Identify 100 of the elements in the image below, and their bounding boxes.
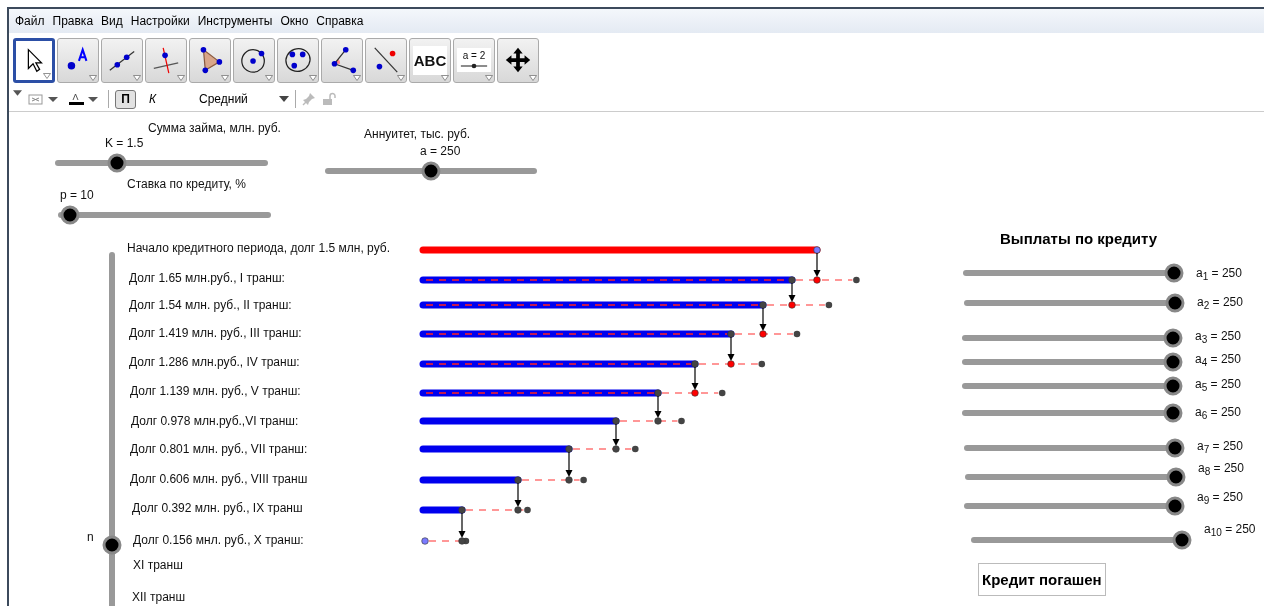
dropdown-icon — [177, 74, 185, 81]
tool-button[interactable] — [233, 37, 275, 83]
dropdown-icon — [529, 74, 537, 81]
tool-button[interactable]: ABC — [409, 37, 451, 83]
point — [788, 276, 796, 284]
tool-button[interactable] — [277, 37, 319, 83]
slider-thumb[interactable] — [102, 535, 122, 554]
point — [825, 301, 833, 309]
dropdown-icon — [265, 74, 273, 81]
point — [691, 389, 699, 397]
slider-thumb[interactable] — [1163, 403, 1183, 423]
dropdown-icon — [89, 74, 97, 81]
menu-item[interactable]: Инструменты — [193, 14, 277, 28]
slider-thumb[interactable] — [1172, 530, 1192, 550]
slider-caption: Сумма займа, млн. руб. — [148, 121, 281, 136]
point — [813, 276, 821, 284]
slider-caption: Аннуитет, тыс. руб. — [364, 127, 471, 142]
slider-value: K = 1.5 — [105, 136, 144, 151]
point — [759, 330, 767, 338]
slider-value: a$_{1}$ = 250 — [1196, 266, 1242, 285]
dashed-line — [465, 509, 525, 511]
dashed-line — [619, 420, 679, 422]
dashed-line — [698, 363, 759, 365]
slider-thumb[interactable] — [1165, 438, 1185, 458]
point — [759, 301, 767, 309]
tool-button[interactable] — [497, 37, 539, 83]
collapse-icon[interactable] — [13, 90, 22, 96]
point — [612, 445, 620, 453]
slider-thumb[interactable] — [107, 153, 127, 173]
down-arrow — [813, 252, 821, 277]
point — [565, 476, 573, 484]
slider-thumb[interactable] — [421, 161, 441, 181]
move-arrows-icon — [503, 45, 533, 75]
slider-thumb[interactable] — [60, 205, 80, 225]
menu-item[interactable]: Окно — [276, 14, 313, 28]
slider-thumb[interactable] — [1164, 263, 1184, 283]
down-arrow — [565, 451, 573, 477]
point — [654, 417, 662, 425]
menu-item[interactable]: Вид — [97, 14, 127, 28]
status-box: Кредит погашен — [978, 563, 1106, 596]
point — [813, 246, 821, 254]
menu-item[interactable]: Настройки — [126, 14, 194, 28]
point — [458, 506, 466, 514]
slider-value: a$_{9}$ = 250 — [1197, 490, 1243, 509]
slider-value: a$_{8}$ = 250 — [1198, 461, 1244, 480]
down-arrow — [612, 423, 620, 446]
menu-item[interactable]: Правка — [48, 14, 98, 28]
down-arrow — [727, 336, 735, 361]
perpendicular-line-icon — [151, 45, 181, 75]
point — [758, 360, 766, 368]
slider-thumb[interactable] — [1166, 467, 1186, 487]
point — [853, 276, 860, 284]
row-label: Начало кредитного периода, долг 1.5 млн, руб. — [127, 241, 390, 256]
dashed-line — [766, 304, 826, 306]
point — [514, 506, 522, 514]
slider-thumb[interactable] — [1165, 293, 1185, 313]
point — [718, 389, 726, 397]
slider-thumb[interactable] — [1163, 376, 1183, 396]
row-label: Долг 1.286 млн.руб., IV транш: — [129, 355, 300, 370]
slider-thumb[interactable] — [1165, 496, 1185, 516]
row-label: XI транш — [133, 558, 183, 573]
slider-value: a$_{6}$ = 250 — [1195, 405, 1241, 424]
point — [678, 417, 685, 425]
dashed-line — [734, 333, 794, 335]
tool-button[interactable] — [13, 37, 55, 83]
point — [632, 445, 639, 453]
dropdown-icon — [309, 74, 317, 81]
tool-button[interactable]: a = 2 — [453, 37, 495, 83]
down-arrow — [691, 366, 699, 390]
menu-item[interactable]: Файл — [11, 14, 49, 28]
point — [421, 537, 429, 545]
point — [565, 445, 573, 453]
slider-value: a = 250 — [420, 144, 461, 159]
slider-value: n — [87, 530, 94, 545]
caret-icon[interactable] — [279, 96, 289, 102]
dropdown-icon — [397, 74, 405, 81]
tool-button[interactable] — [365, 37, 407, 83]
row-label: Долг 0.801 млн. руб., VII транш: — [130, 442, 308, 457]
ellipse-icon — [283, 45, 313, 75]
row-label: Долг 0.606 млн. руб., VIII транш — [130, 472, 308, 487]
tool-button[interactable] — [321, 37, 363, 83]
bold-button[interactable]: П — [115, 89, 136, 109]
menu-item[interactable]: Справка — [312, 14, 368, 28]
slider-thumb[interactable] — [1163, 352, 1183, 372]
tool-button[interactable] — [101, 37, 143, 83]
dashed-line — [795, 279, 853, 281]
row-label: Долг 1.54 млн. руб., II транш: — [129, 298, 292, 313]
tool-button[interactable] — [57, 37, 99, 83]
dropdown-icon — [221, 74, 229, 81]
slider-thumb[interactable] — [1163, 328, 1183, 348]
row-label: Долг 1.139 млн. руб., V транш: — [130, 384, 301, 399]
row-label: Долг 0.978 млн.руб.,VI транш: — [131, 414, 299, 429]
font-size-dropdown[interactable]: Средний — [199, 92, 263, 106]
slider-value: a$_{4}$ = 250 — [1195, 352, 1241, 371]
slider-value: a$_{7}$ = 250 — [1197, 439, 1243, 458]
dropdown-icon — [43, 72, 51, 79]
dropdown-icon — [133, 74, 141, 81]
down-arrow — [788, 282, 796, 302]
point — [691, 360, 699, 368]
tool-button[interactable] — [189, 37, 231, 83]
